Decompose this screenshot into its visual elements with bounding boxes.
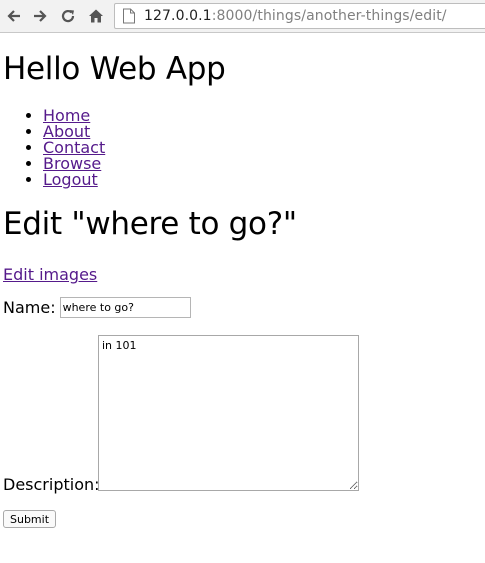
back-arrow-icon [6,8,22,24]
home-button[interactable] [86,6,106,26]
url-text: 127.0.0.1:8000/things/another-things/edi… [144,8,447,24]
page-title: Edit "where to go?" [3,206,297,242]
name-label: Name: [3,298,56,317]
nav-link-logout[interactable]: Logout [43,170,98,189]
name-input[interactable] [59,297,191,318]
reload-button[interactable] [58,6,78,26]
forward-arrow-icon [32,8,48,24]
home-icon [88,8,104,24]
edit-images-link[interactable]: Edit images [3,265,97,284]
url-path: :8000/things/another-things/edit/ [211,8,447,24]
forward-button[interactable] [30,6,50,26]
site-title: Hello Web App [3,51,226,87]
description-textarea[interactable]: in 101 [98,335,359,491]
page-icon [122,8,136,24]
name-row: Name: [3,297,191,318]
reload-icon [60,8,76,24]
description-label: Description: [3,475,100,494]
browser-toolbar: 127.0.0.1:8000/things/another-things/edi… [0,0,485,33]
nav-item-logout: Logout [43,172,105,188]
main-nav: Home About Contact Browse Logout [3,108,105,188]
url-host: 127.0.0.1 [144,8,212,24]
back-button[interactable] [4,6,24,26]
address-bar[interactable]: 127.0.0.1:8000/things/another-things/edi… [114,3,485,29]
submit-button[interactable]: Submit [3,510,57,528]
